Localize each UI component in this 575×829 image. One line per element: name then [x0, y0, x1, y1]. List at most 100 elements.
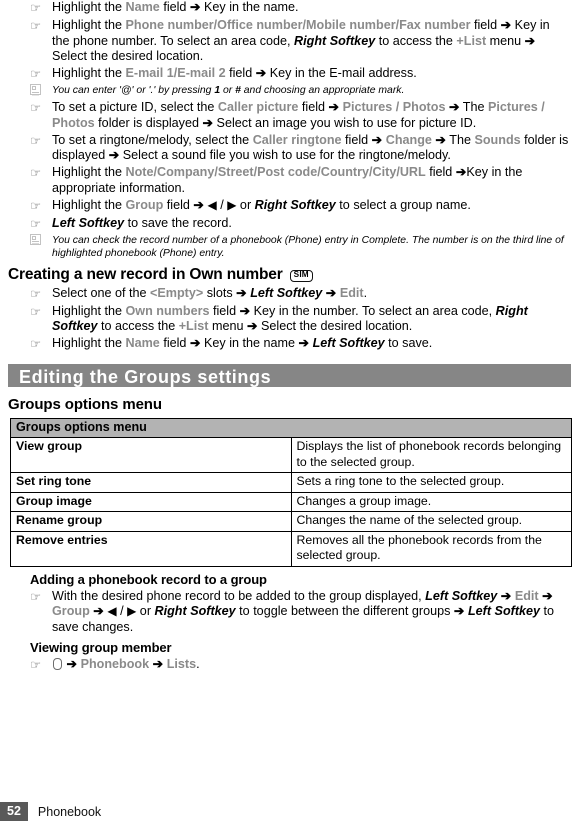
- ui-term: Group: [52, 604, 90, 618]
- arrow-icon: ➔: [202, 115, 214, 130]
- arrow-icon: ➔: [325, 285, 337, 300]
- hand-pointing-icon: ☞: [30, 67, 42, 81]
- viewing-group-steps-block: ☞ ➔ Phonebook ➔ Lists.: [0, 657, 575, 674]
- arrow-icon: ➔: [371, 132, 383, 147]
- hand-pointing-icon: ☞: [30, 658, 42, 672]
- option-name-cell: Group image: [10, 491, 292, 512]
- text-run: Key in the name: [200, 336, 299, 350]
- ui-term: Edit: [339, 285, 364, 300]
- text-run: Highlight the: [52, 197, 126, 212]
- step-text: Highlight the Name field ➔ Key in the na…: [52, 336, 571, 352]
- step-text: Highlight the Note/Company/Street/Post c…: [52, 165, 571, 196]
- arrow-icon: ➔: [298, 336, 310, 350]
- arrow-icon: ➔: [435, 132, 446, 147]
- arrow-icon: ➔: [500, 588, 512, 603]
- hand-pointing-icon: ☞: [30, 216, 42, 231]
- step-text: Highlight the E-mail 1/E-mail 2 field ➔ …: [52, 66, 571, 82]
- note-text: You can enter '@' or '.' by pressing 1 o…: [52, 84, 575, 97]
- text-run: Select an image you wish to use for pict…: [213, 115, 477, 130]
- nav-arrow-icon: ▶: [127, 604, 137, 618]
- ui-term: Phonebook: [80, 657, 150, 671]
- heading-groups-options-menu: Groups options menu: [8, 395, 162, 413]
- text-run: Key in the E-mail address.: [266, 66, 417, 80]
- ui-term: Sounds: [474, 132, 521, 147]
- note-email-symbols: You can enter '@' or '.' by pressing 1 o…: [0, 84, 575, 98]
- step-email-field: ☞ Highlight the E-mail 1/E-mail 2 field ➔…: [0, 66, 571, 83]
- key-label: Right Softkey: [294, 33, 376, 48]
- arrow-icon: ➔: [500, 18, 512, 32]
- step-own-numbers-field: ☞ Highlight the Own numbers field ➔ Key i…: [0, 304, 571, 335]
- text-run: You can enter '@' or '.' by pressing: [52, 85, 215, 96]
- text-run: Highlight the: [52, 165, 126, 179]
- ui-term: Own numbers: [125, 303, 210, 318]
- text-run: or: [236, 197, 255, 212]
- hand-pointing-icon: ☞: [30, 19, 42, 33]
- text-run: to toggle between the different groups: [235, 604, 454, 618]
- text-run: field: [470, 18, 501, 32]
- text-run: Select the desired location.: [257, 319, 413, 333]
- text-run: field: [159, 336, 190, 350]
- key-label: Left Softkey: [250, 285, 323, 300]
- text-run: menu: [208, 319, 247, 333]
- text-run: and choosing an appropriate mark.: [240, 85, 405, 96]
- text-run: field: [225, 66, 256, 80]
- text-run: Select the desired location.: [52, 49, 204, 63]
- arrow-icon: ➔: [524, 33, 536, 48]
- text-run: .: [363, 285, 368, 300]
- text-run: Select one of the: [52, 285, 151, 300]
- steps-list-4: ☞ With the desired phone record to be add…: [0, 589, 571, 636]
- arrow-icon: ➔: [255, 66, 267, 80]
- text-run: or: [220, 85, 236, 96]
- groups-table-body: View group Displays the list of phonebook…: [10, 437, 572, 567]
- step-ringtone: ☞ To set a ringtone/melody, select the Ca…: [0, 133, 571, 164]
- text-run: /: [116, 604, 128, 618]
- text-run: With the desired phone record to be adde…: [52, 588, 426, 603]
- arrow-icon: ➔: [448, 100, 460, 114]
- step-text: Highlight the Own numbers field ➔ Key in…: [52, 304, 571, 335]
- key-label: Right Softkey: [154, 604, 236, 618]
- arrow-icon: ➔: [189, 336, 201, 350]
- step-own-name-field: ☞ Highlight the Name field ➔ Key in the n…: [0, 336, 571, 353]
- hand-pointing-icon: ☞: [30, 133, 42, 148]
- note-block-email: You can enter '@' or '.' by pressing 1 o…: [0, 84, 575, 98]
- option-description-cell: Changes a group image.: [290, 491, 572, 512]
- table-row: Rename group Changes the name of the sele…: [10, 511, 572, 532]
- steps-list-5: ☞ ➔ Phonebook ➔ Lists.: [0, 657, 571, 674]
- heading-adding-record-to-group: Adding a phonebook record to a group: [30, 571, 267, 587]
- step-view-group-member: ☞ ➔ Phonebook ➔ Lists.: [0, 657, 571, 674]
- hand-pointing-icon: ☞: [30, 198, 42, 213]
- note-text: You can check the record number of a pho…: [52, 234, 575, 260]
- step-text: Highlight the Group field ➔ ◀ / ▶ or Rig…: [52, 198, 571, 214]
- step-text: To set a ringtone/melody, select the Cal…: [52, 133, 571, 164]
- text-run: field: [298, 100, 329, 114]
- arrow-icon: ➔: [189, 0, 201, 14]
- heading-creating-record-own-number: Creating a new record in Own number SIM: [8, 266, 575, 284]
- text-run: to select a group name.: [335, 197, 471, 212]
- manual-page: ☞ Highlight the Name field ➔ Key in the n…: [0, 0, 575, 829]
- table-header-cell: Groups options menu: [10, 417, 572, 438]
- heading-text: Creating a new record in Own number: [8, 265, 283, 283]
- table-row: Set ring tone Sets a ring tone to the sel…: [10, 472, 572, 493]
- key-label: Left Softkey: [467, 604, 541, 618]
- text-run: The: [445, 132, 475, 147]
- option-description-cell: Sets a ring tone to the selected group.: [290, 472, 572, 493]
- step-name-field: ☞ Highlight the Name field ➔ Key in the n…: [0, 0, 571, 17]
- option-description-cell: Removes all the phonebook records from t…: [290, 530, 572, 567]
- step-text: Highlight the Phone number/Office number…: [52, 18, 571, 65]
- ui-term: E-mail 1/E-mail 2: [125, 66, 226, 80]
- footer-section-label: Phonebook: [37, 804, 102, 819]
- text-run: to access the: [375, 33, 457, 48]
- arrow-icon: ➔: [66, 657, 78, 671]
- ui-term: +List: [178, 319, 209, 333]
- table-row: Remove entries Removes all the phonebook …: [10, 530, 572, 567]
- text-run: Highlight the: [52, 303, 126, 318]
- ui-term: Lists: [166, 657, 197, 671]
- text-run: field: [341, 132, 372, 147]
- hand-pointing-icon: ☞: [30, 166, 42, 180]
- ui-term: +List: [456, 33, 487, 48]
- arrow-icon: ➔: [239, 303, 251, 318]
- key-label: Left Softkey: [52, 215, 125, 230]
- key-label: Left Softkey: [312, 336, 385, 350]
- page-number: 52: [0, 802, 28, 821]
- step-save-record: ☞ Left Softkey to save the record.: [0, 216, 571, 233]
